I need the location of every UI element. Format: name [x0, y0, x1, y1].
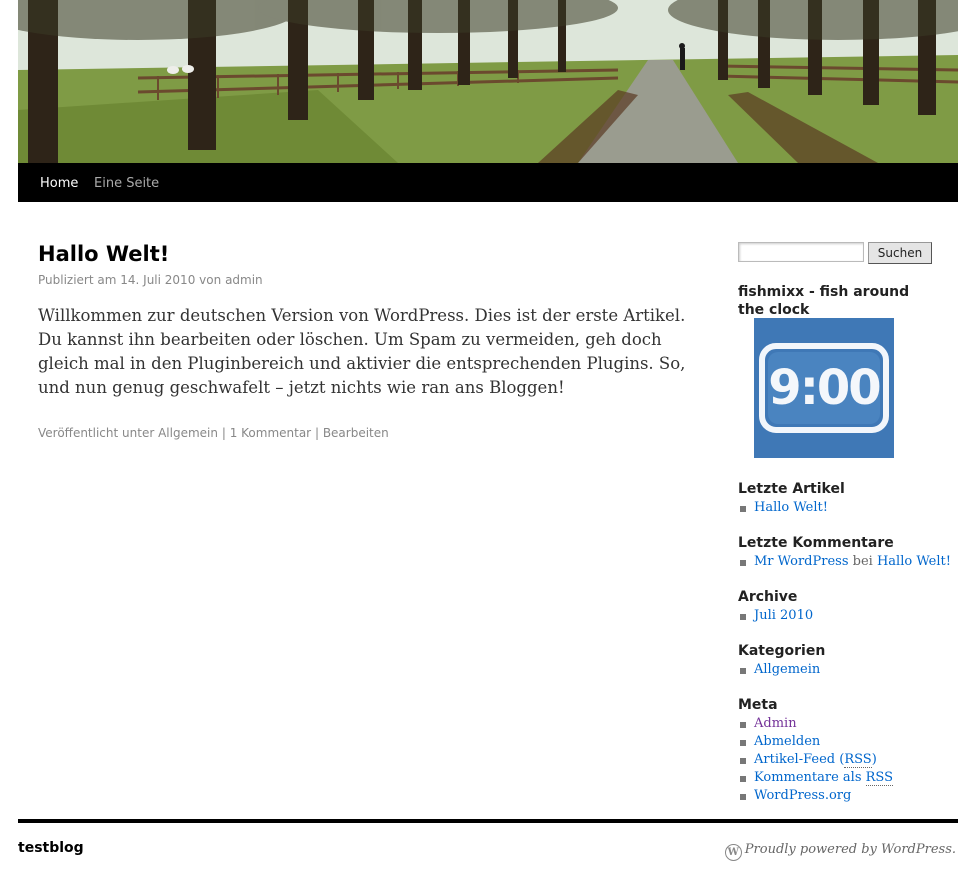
- post-author-link[interactable]: admin: [225, 273, 263, 287]
- post-meta-by: von: [199, 273, 222, 287]
- list-item: Allgemein: [738, 661, 820, 679]
- image-widget-title: fishmixx - fish around the clock: [738, 284, 910, 318]
- meta-comments-feed-link[interactable]: Kommentare als RSS: [754, 770, 894, 786]
- post-meta: Publiziert am 14. Juli 2010 von admin: [38, 273, 263, 287]
- meta-feed-link[interactable]: Artikel-Feed (RSS): [754, 752, 877, 768]
- list-item: Kommentare als RSS: [738, 769, 894, 787]
- comment-joiner: bei: [852, 554, 873, 569]
- main-nav: Home Eine Seite: [18, 163, 958, 202]
- header-banner-image: [18, 0, 958, 163]
- wordpress-icon: W: [724, 844, 742, 861]
- meta-admin-link[interactable]: Admin: [754, 716, 797, 731]
- meta-title: Meta: [738, 697, 778, 713]
- footer-site-name[interactable]: testblog: [18, 840, 84, 856]
- feed-suffix: ): [871, 752, 877, 767]
- archive-list: Juli 2010: [738, 607, 813, 625]
- meta-logout-link[interactable]: Abmelden: [754, 734, 820, 749]
- list-item: WordPress.org: [738, 787, 893, 805]
- post-meta-prefix: Publiziert am: [38, 273, 117, 287]
- post-comments-link[interactable]: 1 Kommentar: [230, 426, 311, 440]
- categories-list: Allgemein: [738, 661, 820, 679]
- nav-item-home[interactable]: Home: [40, 176, 78, 191]
- archive-title: Archive: [738, 589, 798, 605]
- search-button[interactable]: Suchen: [868, 242, 932, 264]
- archive-link[interactable]: Juli 2010: [754, 608, 813, 623]
- feed-prefix: Artikel-Feed (: [754, 752, 845, 767]
- list-item: Abmelden: [738, 733, 893, 751]
- recent-post-link[interactable]: Hallo Welt!: [754, 500, 828, 515]
- post-body: Willkommen zur deutschen Version von Wor…: [38, 306, 686, 397]
- comment-post-link[interactable]: Hallo Welt!: [877, 554, 951, 569]
- list-item: Admin: [738, 715, 893, 733]
- meta-list: Admin Abmelden Artikel-Feed (RSS) Kommen…: [738, 715, 894, 805]
- footer-divider: [18, 819, 958, 823]
- recent-posts-title: Letzte Artikel: [738, 481, 845, 497]
- post-edit-link[interactable]: Bearbeiten: [323, 426, 389, 440]
- post-category-link[interactable]: Allgemein: [158, 426, 218, 440]
- comments-rss-abbr: RSS: [865, 770, 894, 786]
- list-item: Hallo Welt!: [738, 499, 828, 517]
- meta-wordpress-org-link[interactable]: WordPress.org: [754, 788, 851, 803]
- separator: |: [221, 426, 226, 440]
- nav-item-eine-seite[interactable]: Eine Seite: [94, 176, 159, 191]
- feed-rss-abbr: RSS: [844, 752, 872, 768]
- search-input[interactable]: [738, 242, 864, 262]
- recent-comments-title: Letzte Kommentare: [738, 535, 894, 551]
- post-footer-prefix: Veröffentlicht unter: [38, 426, 155, 440]
- category-link[interactable]: Allgemein: [754, 662, 820, 677]
- fishmixx-clock-image[interactable]: 9:00: [754, 318, 894, 458]
- list-item: Artikel-Feed (RSS): [738, 751, 893, 769]
- list-item: Juli 2010: [738, 607, 813, 625]
- powered-by[interactable]: W Proudly powered by WordPress.: [724, 842, 956, 861]
- post-date-link[interactable]: 14. Juli 2010: [120, 273, 195, 287]
- powered-by-text[interactable]: Proudly powered by WordPress.: [745, 842, 956, 857]
- separator: |: [314, 426, 319, 440]
- categories-title: Kategorien: [738, 643, 826, 659]
- recent-comments-list: Mr WordPress bei Hallo Welt!: [738, 553, 951, 571]
- post-footer: Veröffentlicht unter Allgemein | 1 Komme…: [38, 426, 389, 440]
- comments-feed-prefix: Kommentare als: [754, 770, 866, 785]
- list-item: Mr WordPress bei Hallo Welt!: [738, 553, 951, 571]
- clock-image-text: 9:00: [768, 360, 881, 416]
- post-title[interactable]: Hallo Welt!: [38, 242, 169, 266]
- comment-author-link[interactable]: Mr WordPress: [754, 554, 849, 569]
- recent-posts-list: Hallo Welt!: [738, 499, 828, 517]
